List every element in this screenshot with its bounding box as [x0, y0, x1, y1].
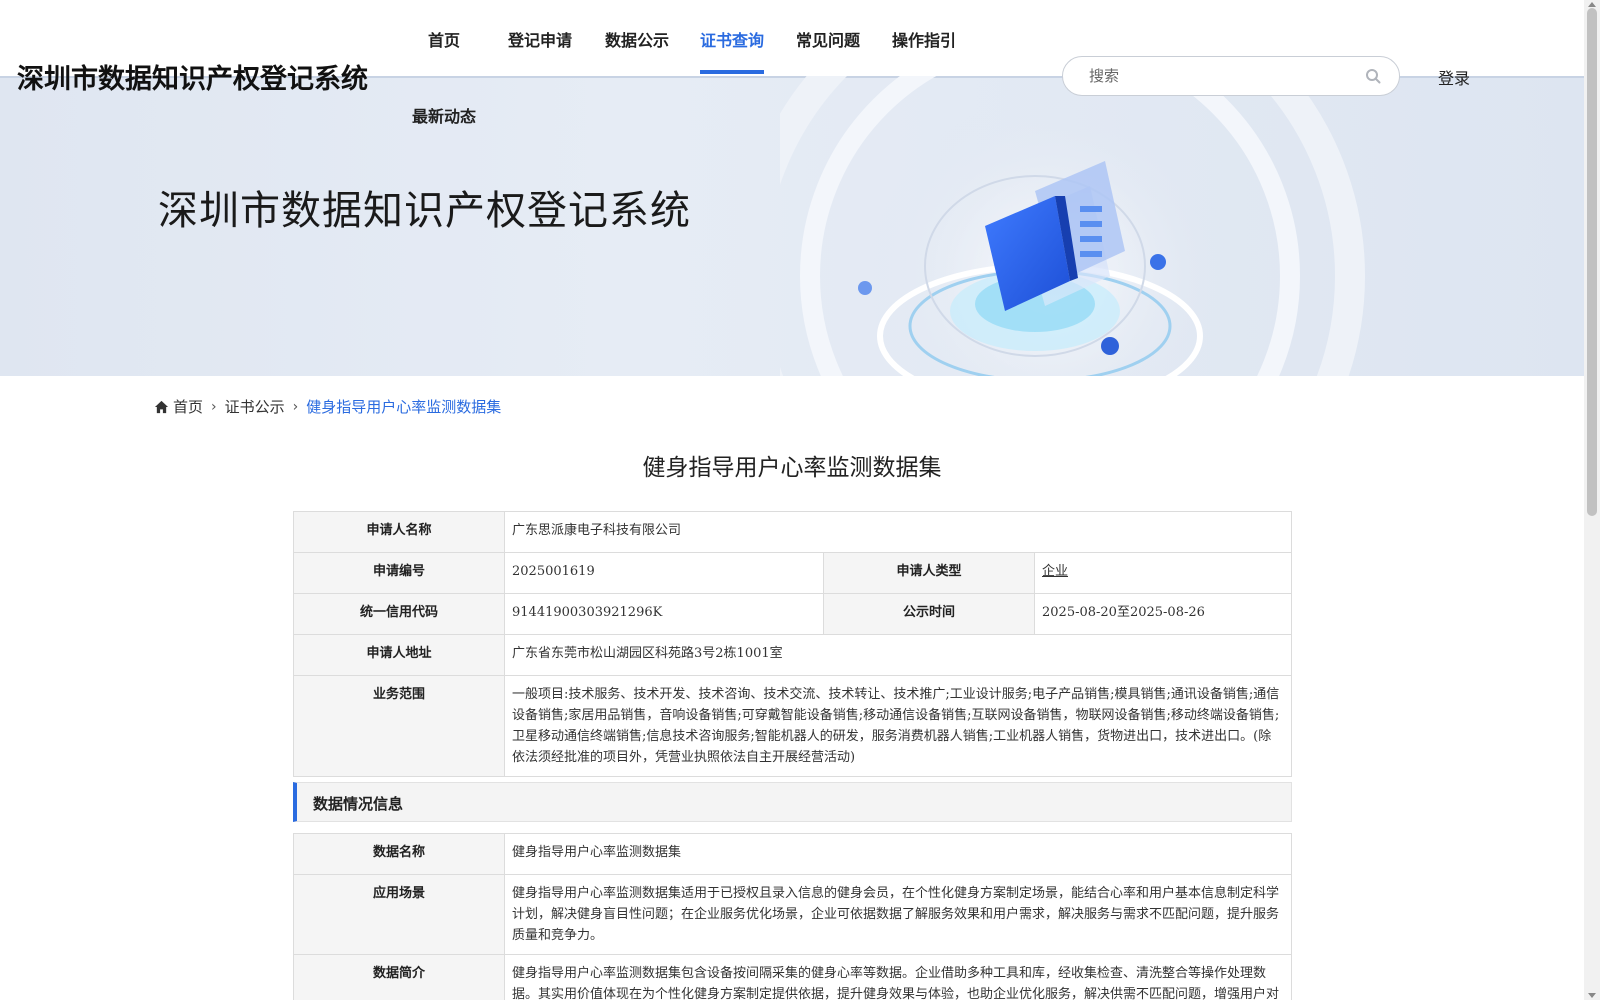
applicant-address-value: 广东省东莞市松山湖园区科苑路3号2栋1001室 — [504, 634, 1292, 676]
table-row: 统一信用代码 91441900303921296K 公示时间 2025-08-2… — [293, 593, 1292, 635]
login-link[interactable]: 登录 — [1438, 65, 1470, 89]
application-number-value: 2025001619 — [504, 552, 824, 594]
applicant-info-table: 申请人名称 广东思派康电子科技有限公司 申请编号 2025001619 申请人类… — [293, 511, 1292, 777]
banner-title: 深圳市数据知识产权登记系统 — [158, 188, 691, 234]
banner-illustration — [780, 76, 1365, 376]
applicant-type-text: 企业 — [1042, 564, 1069, 579]
publish-time-label: 公示时间 — [823, 593, 1035, 635]
nav-item-register-apply[interactable]: 登记申请 — [508, 27, 572, 51]
search-box — [1062, 56, 1400, 96]
scroll-down-arrow-icon[interactable] — [1588, 993, 1596, 998]
chevron-right-icon: › — [292, 398, 299, 415]
table-row: 应用场景 健身指导用户心率监测数据集适用于已授权且录入信息的健身会员，在个性化健… — [293, 874, 1292, 955]
nav-item-data-publicity[interactable]: 数据公示 — [605, 27, 669, 51]
applicant-name-value: 广东思派康电子科技有限公司 — [504, 511, 1292, 553]
breadcrumb-home[interactable]: 首页 — [173, 396, 203, 417]
data-intro-value: 健身指导用户心率监测数据集包含设备按间隔采集的健身心率等数据。企业借助多种工具和… — [504, 954, 1292, 1000]
credit-code-label: 统一信用代码 — [293, 593, 505, 635]
breadcrumb-certificate-publicity[interactable]: 证书公示 — [225, 396, 285, 417]
table-row: 申请人地址 广东省东莞市松山湖园区科苑路3号2栋1001室 — [293, 634, 1292, 676]
nav-item-faq[interactable]: 常见问题 — [796, 27, 860, 51]
application-number-label: 申请编号 — [293, 552, 505, 594]
chevron-right-icon: › — [211, 398, 217, 415]
data-intro-label: 数据简介 — [293, 954, 505, 1000]
active-tab-indicator — [700, 70, 764, 74]
page-scrollbar[interactable] — [1584, 0, 1600, 1000]
table-row: 数据名称 健身指导用户心率监测数据集 — [293, 833, 1292, 875]
scrollbar-thumb[interactable] — [1587, 8, 1597, 516]
hero-banner: 深圳市数据知识产权登记系统 — [0, 76, 1584, 376]
credit-code-value: 91441900303921296K — [504, 593, 824, 635]
application-scenario-value: 健身指导用户心率监测数据集适用于已授权且录入信息的健身会员，在个性化健身方案制定… — [504, 874, 1292, 955]
breadcrumb-current: 健身指导用户心率监测数据集 — [306, 398, 502, 416]
business-scope-value: 一般项目:技术服务、技术开发、技术咨询、技术交流、技术转让、技术推广;工业设计服… — [504, 675, 1292, 777]
table-row: 业务范围 一般项目:技术服务、技术开发、技术咨询、技术交流、技术转让、技术推广;… — [293, 675, 1292, 777]
home-icon — [154, 400, 169, 413]
applicant-type-label: 申请人类型 — [823, 552, 1035, 594]
search-icon[interactable] — [1365, 68, 1381, 84]
applicant-type-value: 企业 — [1034, 552, 1292, 594]
nav-item-certificate-query[interactable]: 证书查询 — [700, 27, 764, 51]
business-scope-label: 业务范围 — [293, 675, 505, 777]
data-name-label: 数据名称 — [293, 833, 505, 875]
application-scenario-label: 应用场景 — [293, 874, 505, 955]
applicant-name-label: 申请人名称 — [293, 511, 505, 553]
table-row: 申请编号 2025001619 申请人类型 企业 — [293, 552, 1292, 594]
page-title: 健身指导用户心率监测数据集 — [642, 455, 942, 481]
table-row: 申请人名称 广东思派康电子科技有限公司 — [293, 511, 1292, 553]
publish-time-value: 2025-08-20至2025-08-26 — [1034, 593, 1292, 635]
nav-item-guide[interactable]: 操作指引 — [892, 27, 956, 51]
data-info-table: 数据名称 健身指导用户心率监测数据集 应用场景 健身指导用户心率监测数据集适用于… — [293, 833, 1292, 1000]
scroll-up-arrow-icon[interactable] — [1588, 2, 1596, 7]
search-input[interactable] — [1089, 65, 1349, 87]
site-title[interactable]: 深圳市数据知识产权登记系统 — [17, 57, 368, 96]
table-row: 数据简介 健身指导用户心率监测数据集包含设备按间隔采集的健身心率等数据。企业借助… — [293, 954, 1292, 1000]
breadcrumb: 首页 › 证书公示 › 健身指导用户心率监测数据集 — [154, 396, 501, 417]
nav-item-home[interactable]: 首页 — [428, 27, 460, 51]
data-section-heading: 数据情况信息 — [293, 782, 1292, 822]
data-name-value: 健身指导用户心率监测数据集 — [504, 833, 1292, 875]
nav-item-news[interactable]: 最新动态 — [412, 103, 476, 127]
applicant-address-label: 申请人地址 — [293, 634, 505, 676]
